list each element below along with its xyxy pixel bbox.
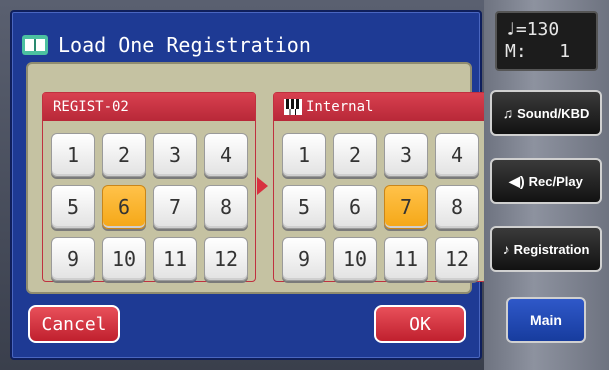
source-button-5[interactable]: 5 — [51, 185, 95, 229]
measure-value: 1 — [559, 41, 571, 62]
source-button-10[interactable]: 10 — [102, 237, 146, 281]
piano-icon — [284, 99, 302, 115]
source-button-11[interactable]: 11 — [153, 237, 197, 281]
source-button-3[interactable]: 3 — [153, 133, 197, 177]
speaker-icon: ◀) — [509, 172, 525, 189]
source-button-12[interactable]: 12 — [204, 237, 248, 281]
dest-group: Internal 1 2 3 4 5 6 7 8 9 10 11 12 — [273, 92, 487, 282]
tempo-display: ♩=130 M: 1 — [495, 11, 598, 71]
dest-button-11[interactable]: 11 — [384, 237, 428, 281]
source-button-4[interactable]: 4 — [204, 133, 248, 177]
dest-button-5[interactable]: 5 — [282, 185, 326, 229]
source-group-label: REGIST-02 — [53, 99, 129, 115]
rec-play-label: Rec/Play — [528, 173, 583, 189]
side-panel: ♩=130 M: 1 ♫ Sound/KBD ◀) Rec/Play ♪ Reg… — [484, 0, 609, 370]
source-button-9[interactable]: 9 — [51, 237, 95, 281]
cancel-button[interactable]: Cancel — [28, 305, 120, 343]
measure-line: M: 1 — [505, 41, 588, 63]
measure-label: M: — [505, 41, 527, 62]
dest-button-12[interactable]: 12 — [435, 237, 479, 281]
source-group-header: REGIST-02 — [43, 93, 255, 121]
sound-kbd-button[interactable]: ♫ Sound/KBD — [490, 90, 602, 136]
sound-kbd-label: Sound/KBD — [517, 105, 590, 121]
source-button-8[interactable]: 8 — [204, 185, 248, 229]
dest-group-header: Internal — [274, 93, 486, 121]
dest-button-6[interactable]: 6 — [333, 185, 377, 229]
load-registration-dialog: Load One Registration REGIST-02 12345678… — [10, 10, 487, 360]
dest-button-4[interactable]: 4 — [435, 133, 479, 177]
dest-button-8[interactable]: 8 — [435, 185, 479, 229]
dialog-title-bar: Load One Registration — [22, 30, 311, 60]
ok-button[interactable]: OK — [374, 305, 466, 343]
copy-arrow-icon — [257, 177, 268, 195]
source-button-7[interactable]: 7 — [153, 185, 197, 229]
source-button-1[interactable]: 1 — [51, 133, 95, 177]
dest-button-3[interactable]: 3 — [384, 133, 428, 177]
dest-button-1[interactable]: 1 — [282, 133, 326, 177]
music-book-icon: ♪ — [502, 241, 510, 257]
dest-button-10[interactable]: 10 — [333, 237, 377, 281]
dialog-title: Load One Registration — [58, 33, 311, 57]
rec-play-button[interactable]: ◀) Rec/Play — [490, 158, 602, 204]
source-button-grid: 1 2 3 4 5 6 7 8 9 10 11 12 — [51, 133, 248, 281]
dest-group-label: Internal — [306, 99, 374, 115]
notes-icon: ♫ — [502, 105, 514, 121]
registration-label: Registration — [513, 241, 590, 257]
source-button-6[interactable]: 6 — [102, 185, 146, 229]
dest-button-7[interactable]: 7 — [384, 185, 428, 229]
dest-button-grid: 1 2 3 4 5 6 7 8 9 10 11 12 — [282, 133, 479, 281]
selection-panel: REGIST-02 1 2 3 4 5 6 7 8 9 10 11 12 Internal — [26, 62, 487, 294]
main-button[interactable]: Main — [506, 297, 586, 343]
registration-button[interactable]: ♪ Registration — [490, 226, 602, 272]
source-group: REGIST-02 1 2 3 4 5 6 7 8 9 10 11 12 — [42, 92, 256, 282]
source-button-2[interactable]: 2 — [102, 133, 146, 177]
tempo-symbol: ♩= — [505, 19, 527, 40]
tempo-line: ♩=130 — [505, 19, 588, 41]
dest-button-2[interactable]: 2 — [333, 133, 377, 177]
dest-button-9[interactable]: 9 — [282, 237, 326, 281]
tempo-value: 130 — [526, 19, 560, 40]
book-icon — [22, 35, 48, 55]
